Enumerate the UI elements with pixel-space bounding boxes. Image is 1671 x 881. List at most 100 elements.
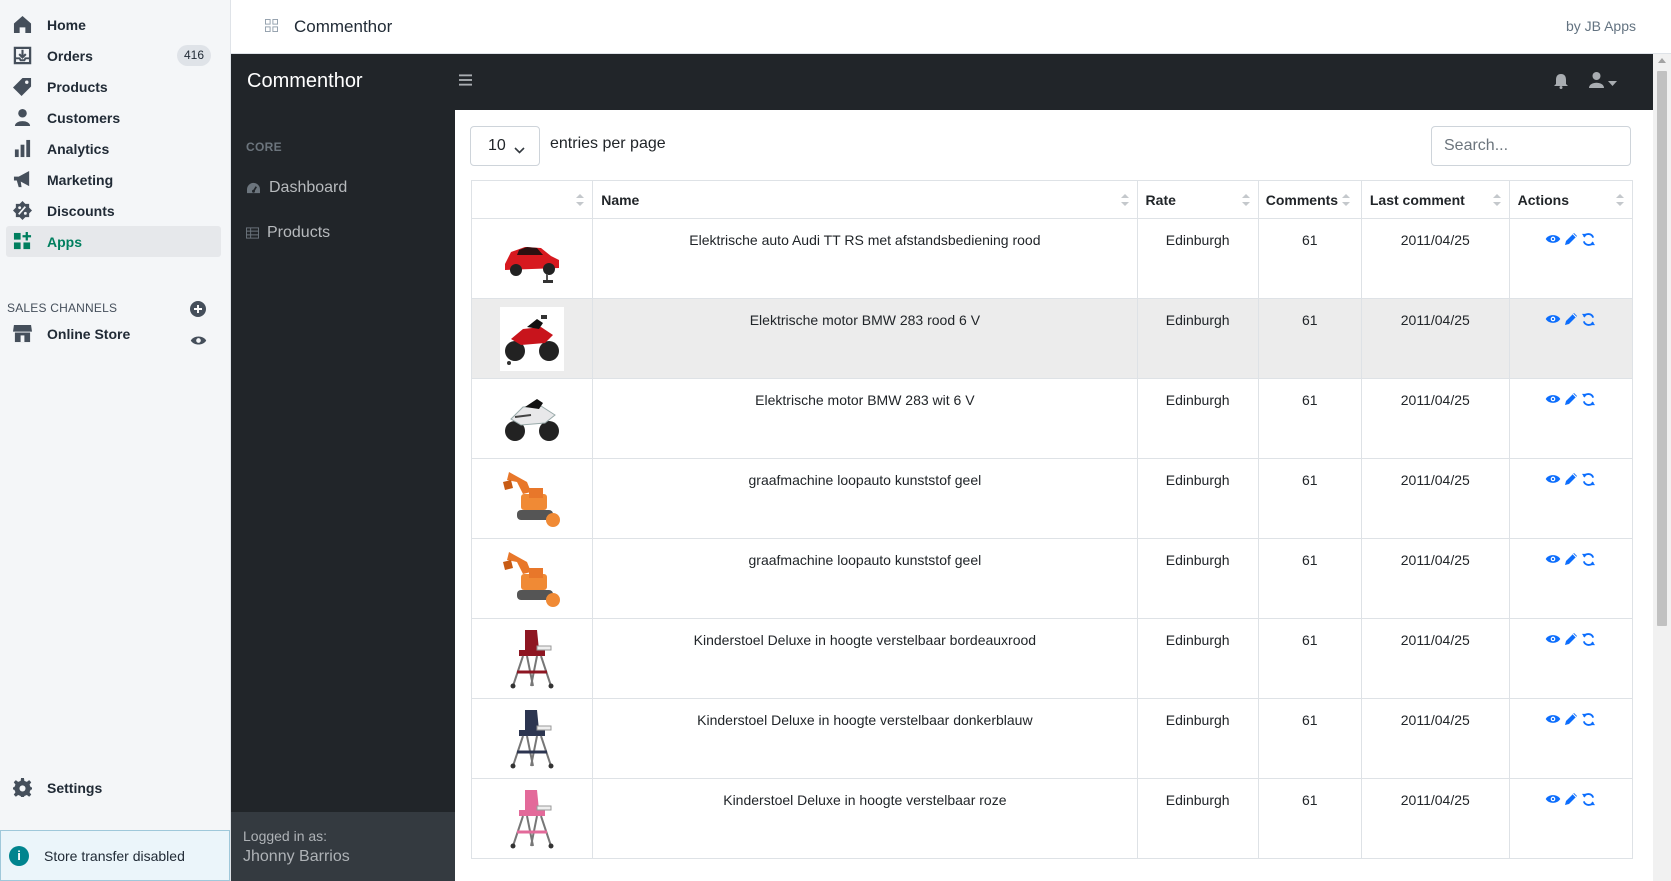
bar-chart-icon (12, 139, 32, 159)
info-icon: i (9, 845, 29, 866)
column-header-name[interactable]: Name (592, 180, 1138, 219)
eye-icon[interactable] (1545, 312, 1561, 330)
eye-icon[interactable] (1545, 792, 1561, 810)
column-header-image[interactable] (470, 180, 594, 219)
pencil-icon[interactable] (1564, 792, 1578, 810)
store-transfer-banner: i Store transfer disabled (0, 830, 230, 881)
comments-cell: 61 (1257, 698, 1362, 779)
eye-icon[interactable] (1545, 232, 1561, 250)
eye-icon[interactable] (1545, 392, 1561, 410)
main-content: 10 entries per page Name Rate Comments L… (455, 110, 1653, 881)
pencil-icon[interactable] (1564, 712, 1578, 730)
orders-icon (12, 46, 32, 66)
scrollbar-thumb[interactable] (1657, 71, 1667, 626)
sidebar-item-products[interactable]: Products (0, 71, 221, 102)
eye-icon[interactable] (1545, 712, 1561, 730)
table-row[interactable]: Elektrische motor BMW 283 rood 6 V Edinbu… (470, 298, 1634, 379)
entries-per-page-select[interactable]: 10 (470, 126, 540, 166)
last-comment-cell: 2011/04/25 (1360, 218, 1510, 299)
sidenav-footer: Logged in as: Jhonny Barrios (231, 812, 455, 881)
sidebar-item-marketing[interactable]: Marketing (0, 164, 221, 195)
sidenav-dashboard-link[interactable]: Dashboard (246, 179, 347, 197)
scroll-up-arrow-icon[interactable] (1658, 58, 1666, 63)
table-row[interactable]: graafmachine loopauto kunststof geel Edin… (470, 458, 1634, 539)
admin-sidebar: Home Orders 416 Products Customers Analy… (0, 0, 231, 881)
eye-icon[interactable] (1545, 552, 1561, 570)
product-image-cell (470, 778, 594, 859)
rate-cell: Edinburgh (1136, 298, 1259, 379)
table-row[interactable]: Elektrische motor BMW 283 wit 6 V Edinbur… (470, 378, 1634, 459)
pencil-icon[interactable] (1564, 632, 1578, 650)
product-name-cell: Kinderstoel Deluxe in hoogte verstelbaar… (592, 698, 1138, 779)
refresh-icon[interactable] (1581, 392, 1596, 410)
column-header-rate[interactable]: Rate (1136, 180, 1259, 219)
refresh-icon[interactable] (1581, 712, 1596, 730)
sidebar-item-discounts[interactable]: Discounts (0, 195, 221, 226)
product-name-cell: Kinderstoel Deluxe in hoogte verstelbaar… (592, 618, 1138, 699)
pencil-icon[interactable] (1564, 552, 1578, 570)
scrollbar[interactable] (1653, 54, 1671, 881)
sidebar-item-label: Marketing (47, 171, 114, 188)
table-row[interactable]: Kinderstoel Deluxe in hoogte verstelbaar… (470, 778, 1634, 859)
app-brand[interactable]: Commenthor (247, 70, 363, 93)
eye-icon[interactable] (1545, 632, 1561, 650)
table-row[interactable]: graafmachine loopauto kunststof geel Edin… (470, 538, 1634, 619)
table-row[interactable]: Kinderstoel Deluxe in hoogte verstelbaar… (470, 618, 1634, 699)
caret-down-icon (1608, 74, 1617, 90)
discount-icon (12, 201, 32, 221)
pencil-icon[interactable] (1564, 392, 1578, 410)
actions-cell (1508, 778, 1634, 859)
hamburger-menu-icon[interactable] (459, 73, 472, 89)
sort-icon (1241, 193, 1250, 210)
comments-cell: 61 (1257, 458, 1362, 539)
column-header-actions[interactable]: Actions (1508, 180, 1634, 219)
rate-cell: Edinburgh (1136, 458, 1259, 539)
pencil-icon[interactable] (1564, 472, 1578, 490)
sidebar-item-orders[interactable]: Orders 416 (0, 40, 221, 71)
embedded-app: Commenthor CORE Dashboard Products Logge… (231, 54, 1671, 881)
refresh-icon[interactable] (1581, 232, 1596, 250)
sidenav-link-label: Products (267, 224, 331, 241)
sidebar-item-online-store[interactable]: Online Store (0, 318, 221, 349)
sales-channels-heading: SALES CHANNELS (7, 301, 118, 315)
product-image-cell (470, 378, 594, 459)
eye-icon[interactable] (190, 334, 207, 350)
refresh-icon[interactable] (1581, 472, 1596, 490)
sidebar-item-label: Products (47, 78, 108, 95)
refresh-icon[interactable] (1581, 792, 1596, 810)
app-navbar: Commenthor (231, 54, 1653, 110)
rate-cell: Edinburgh (1136, 698, 1259, 779)
table-header-row: Name Rate Comments Last comment Actions (470, 180, 1634, 219)
developer-label[interactable]: by JB Apps (1566, 18, 1636, 34)
logged-in-label: Logged in as: (243, 828, 328, 844)
entries-value: 10 (488, 137, 506, 154)
user-icon (1589, 72, 1604, 91)
bell-icon[interactable] (1554, 73, 1568, 92)
refresh-icon[interactable] (1581, 552, 1596, 570)
sidenav-products-link[interactable]: Products (246, 224, 330, 242)
app-grid-icon (265, 19, 278, 35)
sidebar-item-settings[interactable]: Settings (0, 772, 221, 803)
home-icon (12, 15, 32, 35)
pencil-icon[interactable] (1564, 232, 1578, 250)
sidebar-item-home[interactable]: Home (0, 9, 221, 40)
sidebar-item-label: Online Store (47, 325, 131, 342)
product-image-cell (470, 218, 594, 299)
sidebar-item-label: Customers (47, 109, 121, 126)
sidebar-item-apps[interactable]: Apps (6, 226, 221, 257)
megaphone-icon (12, 170, 32, 190)
product-name-cell: Elektrische auto Audi TT RS met afstands… (592, 218, 1138, 299)
table-row[interactable]: Elektrische auto Audi TT RS met afstands… (470, 218, 1634, 299)
user-menu[interactable] (1589, 72, 1617, 91)
sidebar-item-analytics[interactable]: Analytics (0, 133, 221, 164)
eye-icon[interactable] (1545, 472, 1561, 490)
refresh-icon[interactable] (1581, 632, 1596, 650)
column-header-last-comment[interactable]: Last comment (1360, 180, 1510, 219)
table-row[interactable]: Kinderstoel Deluxe in hoogte verstelbaar… (470, 698, 1634, 779)
column-header-comments[interactable]: Comments (1257, 180, 1362, 219)
comments-cell: 61 (1257, 218, 1362, 299)
refresh-icon[interactable] (1581, 312, 1596, 330)
sidebar-item-customers[interactable]: Customers (0, 102, 221, 133)
pencil-icon[interactable] (1564, 312, 1578, 330)
search-input[interactable] (1431, 126, 1631, 166)
